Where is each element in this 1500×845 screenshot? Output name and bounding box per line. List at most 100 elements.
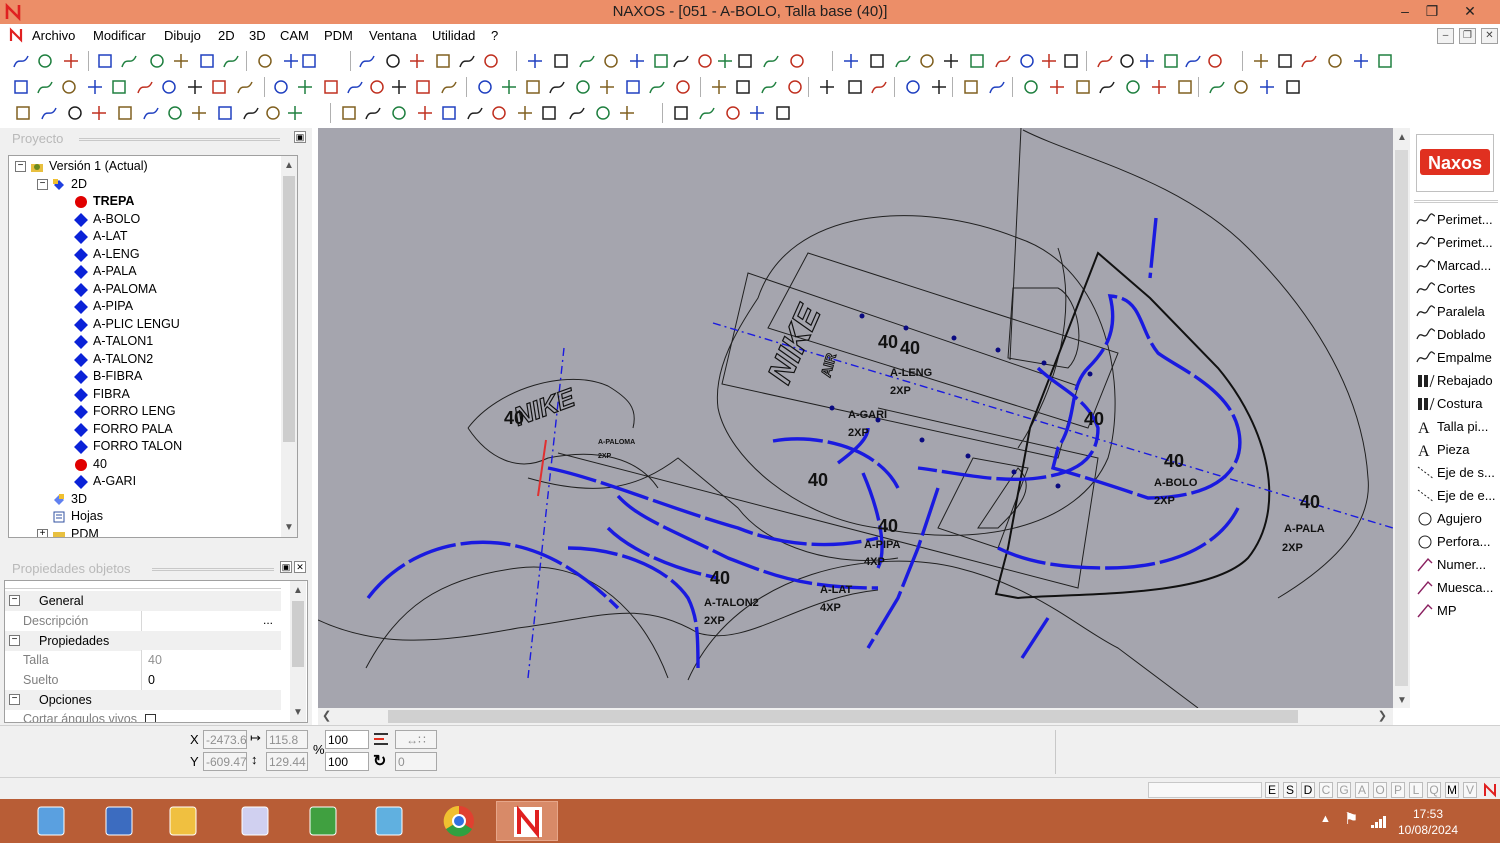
toolbar-tool-icon[interactable]	[272, 78, 290, 96]
tool-17[interactable]: MP	[1416, 600, 1500, 622]
toolbar-tool-icon[interactable]	[894, 52, 912, 70]
toolbar-tool-icon[interactable]	[1118, 52, 1136, 70]
toolbar-tool-icon[interactable]	[500, 78, 518, 96]
tool-11[interactable]: Eje de s...	[1416, 462, 1500, 484]
toolbar-tool-icon[interactable]	[574, 78, 592, 96]
props-scrollbar[interactable]: ▲ ▼	[290, 581, 306, 722]
drawing-canvas[interactable]: NIKE NIKE AIR 40 40 A-LENG 2XP A-GARI 2XP 40 40…	[318, 128, 1393, 708]
toolbar-tool-icon[interactable]	[440, 78, 458, 96]
toolbar-tool-icon[interactable]	[1124, 78, 1142, 96]
toolbar-tool-icon[interactable]	[110, 78, 128, 96]
toolbar-tool-icon[interactable]	[1048, 78, 1066, 96]
installer-icon[interactable]	[224, 801, 286, 841]
toolbar-tool-icon[interactable]	[988, 78, 1006, 96]
menu-pdm[interactable]: PDM	[324, 28, 353, 43]
toolbar-tool-icon[interactable]	[1018, 52, 1036, 70]
menu-modificar[interactable]: Modificar	[93, 28, 146, 43]
toolbar-tool-icon[interactable]	[1022, 78, 1040, 96]
mdi-minimize-icon[interactable]: –	[1437, 28, 1454, 44]
toolbar-tool-icon[interactable]	[760, 78, 778, 96]
toolbar-tool-icon[interactable]	[282, 52, 300, 70]
toolbar-tool-icon[interactable]	[120, 52, 138, 70]
toolbar-tool-icon[interactable]	[674, 78, 692, 96]
app-green-icon[interactable]	[292, 801, 354, 841]
toolbar-tool-icon[interactable]	[552, 52, 570, 70]
canvas-label-size[interactable]: 40	[808, 470, 828, 490]
pattern-drawing[interactable]: NIKE NIKE AIR 40 40A-LENG2XPA-GARI2XP4040…	[318, 128, 1393, 708]
canvas-label-size[interactable]: 40	[710, 568, 730, 588]
menu-help[interactable]: ?	[491, 28, 498, 43]
tool-13[interactable]: Agujero	[1416, 508, 1500, 530]
toolbar-tool-icon[interactable]	[40, 104, 58, 122]
prop-group-propiedades[interactable]: − Propiedades	[5, 631, 281, 651]
toolbar-tool-icon[interactable]	[962, 78, 980, 96]
title-bar[interactable]: NAXOS - [051 - A-BOLO, Talla base (40)] …	[0, 0, 1500, 24]
prop-row-descripcion[interactable]: Descripción ...	[5, 611, 281, 631]
toolbar-tool-icon[interactable]	[210, 78, 228, 96]
toolbar-tool-icon[interactable]	[198, 52, 216, 70]
scroll-thumb[interactable]	[292, 601, 304, 667]
status-toggle-a[interactable]: A	[1355, 782, 1369, 798]
tool-16[interactable]: Muesca...	[1416, 577, 1500, 599]
canvas-label-piece[interactable]: A-LAT	[820, 584, 852, 596]
toolbar-tool-icon[interactable]	[142, 104, 160, 122]
toolbar-tool-icon[interactable]	[408, 52, 426, 70]
toolbar-tool-icon[interactable]	[1138, 52, 1156, 70]
toolbar-tool-icon[interactable]	[1162, 52, 1180, 70]
tool-4[interactable]: Paralela	[1416, 301, 1500, 323]
collapse-icon[interactable]: −	[9, 694, 20, 705]
canvas-label-qty[interactable]: 2XP	[598, 453, 612, 460]
canvas-label-size[interactable]: 40	[1300, 492, 1320, 512]
toolbar-tool-icon[interactable]	[1258, 78, 1276, 96]
canvas-label-piece[interactable]: A-GARI	[848, 409, 887, 421]
canvas-label-piece[interactable]: A-PIPA	[864, 539, 901, 551]
tool-3[interactable]: Cortes	[1416, 278, 1500, 300]
toolbar-tool-icon[interactable]	[458, 52, 476, 70]
prop-group-opciones[interactable]: − Opciones	[5, 690, 281, 710]
toolbar-tool-icon[interactable]	[648, 78, 666, 96]
canvas-label-qty[interactable]: 2XP	[848, 427, 869, 439]
remote-desktop-icon[interactable]	[88, 801, 150, 841]
canvas-horizontal-scrollbar[interactable]: ❮ ❯	[318, 708, 1393, 725]
prop-group-general[interactable]: − General	[5, 591, 281, 611]
toolbar-tool-icon[interactable]	[414, 78, 432, 96]
toolbar-tool-icon[interactable]	[346, 78, 364, 96]
toolbar-tool-icon[interactable]	[148, 52, 166, 70]
scroll-down-icon[interactable]: ▼	[284, 522, 294, 533]
toolbar-tool-icon[interactable]	[322, 78, 340, 96]
toolbar-tool-icon[interactable]	[66, 104, 84, 122]
toolbar-tool-icon[interactable]	[390, 104, 408, 122]
toolbar-tool-icon[interactable]	[818, 78, 836, 96]
toolbar-tool-icon[interactable]	[190, 104, 208, 122]
toolbar-tool-icon[interactable]	[482, 52, 500, 70]
toolbar-tool-icon[interactable]	[216, 104, 234, 122]
toolbar-tool-icon[interactable]	[942, 52, 960, 70]
toolbar-tool-icon[interactable]	[416, 104, 434, 122]
toolbar-tool-icon[interactable]	[12, 78, 30, 96]
tool-5[interactable]: Doblado	[1416, 324, 1500, 346]
panel-dock-icon[interactable]: ▣	[280, 561, 292, 573]
y-coord-field[interactable]: -609.47	[203, 752, 247, 771]
toolbar-tool-icon[interactable]	[136, 78, 154, 96]
toolbar-tool-icon[interactable]	[1176, 78, 1194, 96]
toolbar-tool-icon[interactable]	[652, 52, 670, 70]
scroll-thumb[interactable]	[283, 176, 295, 442]
toolbar-tool-icon[interactable]	[60, 78, 78, 96]
scroll-left-icon[interactable]: ❮	[322, 709, 331, 722]
toolbar-tool-icon[interactable]	[618, 104, 636, 122]
tray-chevron-icon[interactable]: ▲	[1320, 813, 1331, 825]
toolbar-tool-icon[interactable]	[364, 104, 382, 122]
canvas-label-piece[interactable]: A-PALA	[1284, 523, 1325, 535]
canvas-label-size[interactable]: 40	[878, 332, 898, 352]
toolbar-tool-icon[interactable]	[870, 78, 888, 96]
toolbar-tool-icon[interactable]	[242, 104, 260, 122]
toolbar-tool-icon[interactable]	[466, 104, 484, 122]
menu-cam[interactable]: CAM	[280, 28, 309, 43]
minimize-icon[interactable]: –	[1392, 0, 1418, 22]
flag-icon[interactable]: ⚑	[1344, 809, 1358, 829]
scroll-right-icon[interactable]: ❯	[1378, 709, 1387, 722]
toolbar-tool-icon[interactable]	[1300, 52, 1318, 70]
status-toggle-d[interactable]: D	[1301, 782, 1315, 798]
status-toggle-e[interactable]: E	[1265, 782, 1279, 798]
prop-row-suelto[interactable]: Suelto 0	[5, 670, 281, 690]
